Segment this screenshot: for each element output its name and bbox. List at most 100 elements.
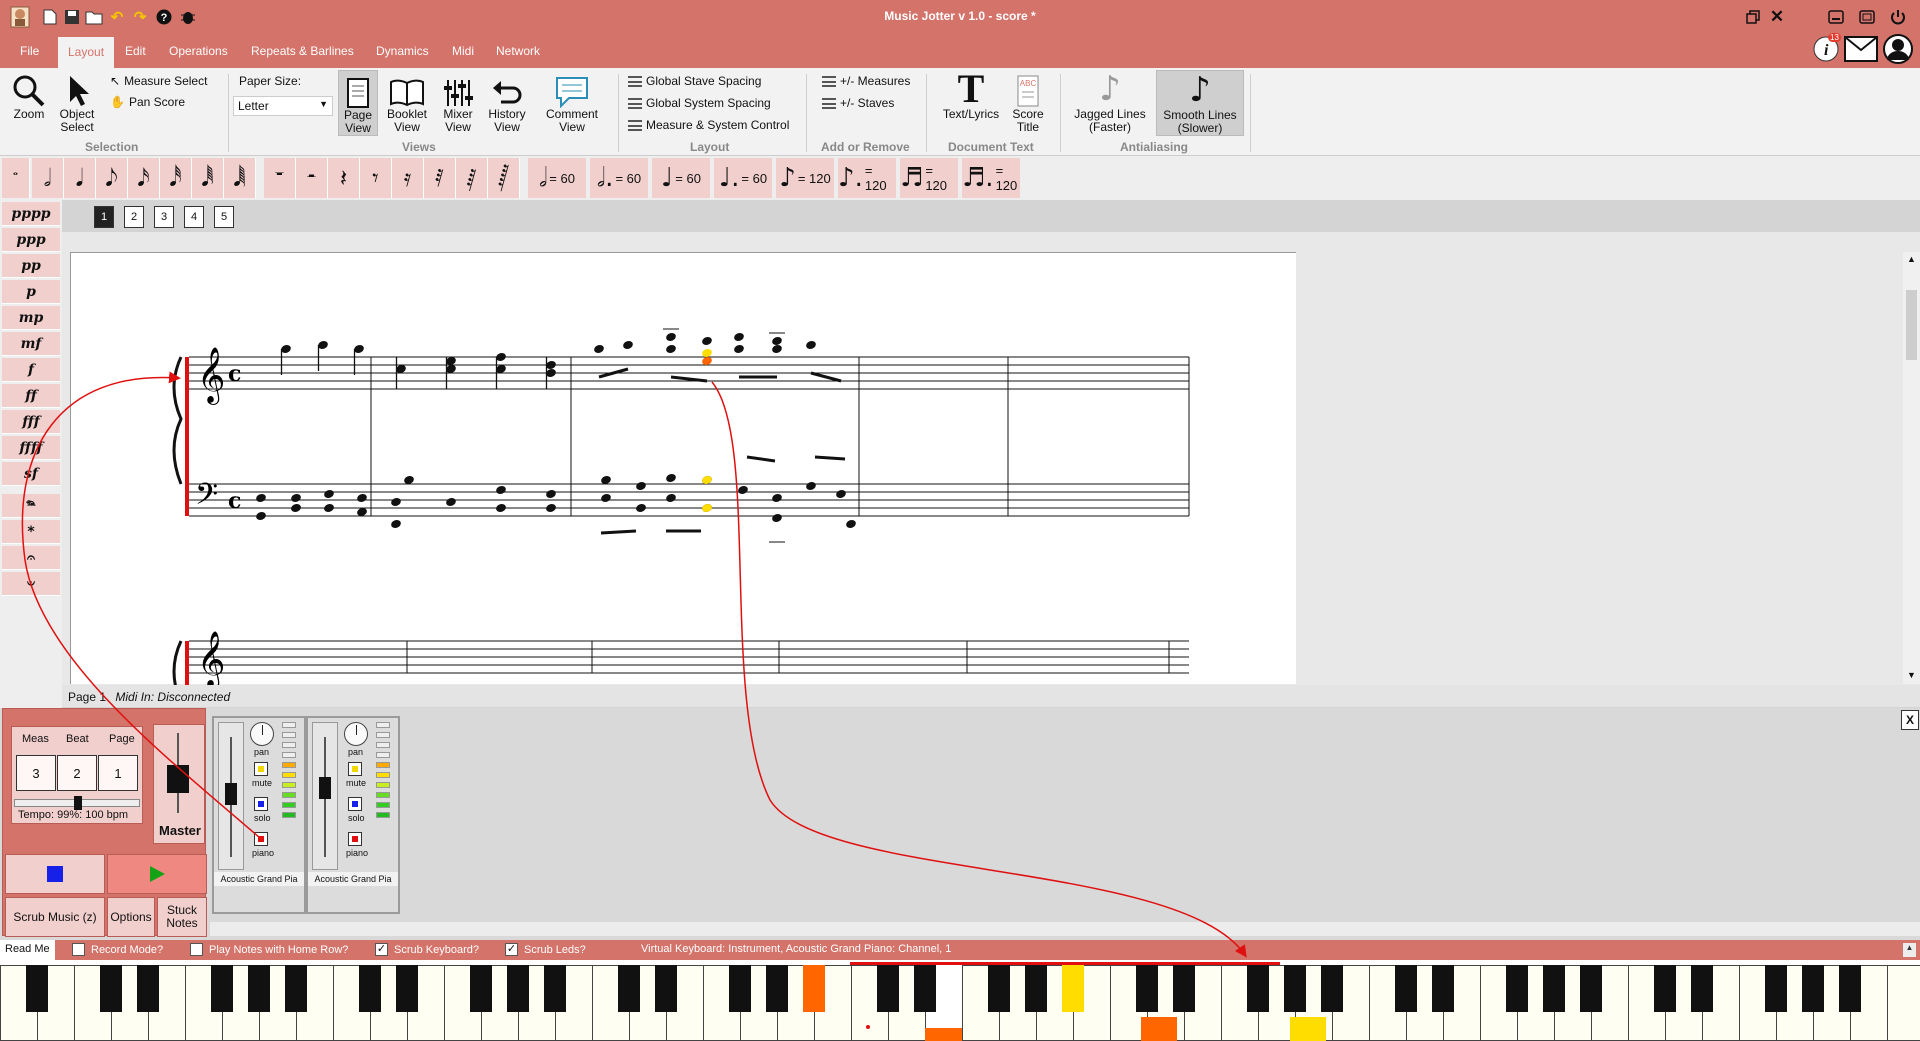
- read-me-button[interactable]: Read Me: [0, 940, 55, 960]
- menu-dynamics[interactable]: Dynamics: [376, 44, 429, 58]
- piano-black-key[interactable]: [1062, 965, 1084, 1012]
- piano-black-key[interactable]: [1432, 965, 1454, 1012]
- tempo-button-3[interactable]: ♩. = 60: [714, 158, 772, 198]
- piano-black-key[interactable]: [26, 965, 48, 1012]
- piano-black-key[interactable]: [988, 965, 1010, 1012]
- scrub-music-button[interactable]: Scrub Music (z): [5, 897, 105, 937]
- vertical-scrollbar[interactable]: ▲ ▼: [1903, 252, 1920, 684]
- channel-fader-knob[interactable]: [319, 777, 331, 799]
- dynamic-sf[interactable]: sf: [2, 462, 60, 486]
- booklet-view-button[interactable]: Booklet View: [383, 70, 431, 134]
- channel-fader[interactable]: [218, 722, 244, 870]
- menu-edit[interactable]: Edit: [125, 44, 146, 58]
- pedal-up-icon[interactable]: *: [2, 520, 60, 544]
- piano-black-key[interactable]: [248, 965, 270, 1012]
- add-remove-staves-button[interactable]: +/- Staves: [822, 96, 894, 110]
- menu-network[interactable]: Network: [496, 44, 540, 58]
- piano-black-key[interactable]: [766, 965, 788, 1012]
- piano-black-key[interactable]: [137, 965, 159, 1012]
- piano-black-key[interactable]: [1395, 965, 1417, 1012]
- power-icon[interactable]: [1887, 6, 1909, 28]
- dynamic-mf[interactable]: mf: [2, 332, 60, 356]
- page-tab-2[interactable]: 2: [124, 206, 144, 228]
- piano-black-key[interactable]: [1247, 965, 1269, 1012]
- tempo-button-6[interactable]: ♬ = 120: [900, 158, 958, 198]
- comment-view-button[interactable]: Comment View: [538, 70, 606, 134]
- thirty-second-rest-icon[interactable]: 𝅀: [424, 158, 456, 198]
- piano-black-key[interactable]: [1136, 965, 1158, 1012]
- tempo-button-4[interactable]: ♪ = 120: [776, 158, 834, 198]
- dynamic-ppp[interactable]: ppp: [2, 228, 60, 252]
- thirty-second-note-icon[interactable]: 𝅘𝅥𝅰: [160, 158, 192, 198]
- piano-black-key[interactable]: [803, 965, 825, 1012]
- pedal-down-icon[interactable]: 𝆮: [2, 494, 60, 518]
- scroll-down-icon[interactable]: ▼: [1907, 670, 1916, 680]
- piano-black-key[interactable]: [396, 965, 418, 1012]
- mail-icon[interactable]: [1844, 35, 1878, 66]
- tempo-button-0[interactable]: 𝅗𝅥 = 60: [528, 158, 586, 198]
- mixer-view-button[interactable]: Mixer View: [437, 70, 479, 134]
- dynamic-fff[interactable]: fff: [2, 410, 60, 434]
- pan-score-button[interactable]: ✋ Pan Score: [110, 95, 185, 109]
- piano-black-key[interactable]: [1284, 965, 1306, 1012]
- master-fader-knob[interactable]: [167, 765, 189, 793]
- play-button[interactable]: [107, 854, 207, 894]
- pan-knob[interactable]: [344, 722, 368, 746]
- dynamic-ff[interactable]: ff: [2, 384, 60, 408]
- virtual-piano-keyboard[interactable]: [0, 960, 1920, 1041]
- fermata-icon[interactable]: 𝄐: [2, 546, 60, 570]
- close-window-icon[interactable]: ✕: [1766, 6, 1788, 28]
- user-avatar-icon[interactable]: [1883, 34, 1913, 67]
- piano-black-key[interactable]: [877, 965, 899, 1012]
- global-stave-spacing-button[interactable]: Global Stave Spacing: [628, 74, 761, 88]
- zoom-button[interactable]: Zoom: [8, 70, 50, 121]
- piano-black-key[interactable]: [544, 965, 566, 1012]
- tempo-slider-knob[interactable]: [74, 796, 82, 810]
- beat-value[interactable]: 2: [57, 755, 97, 791]
- score-notation[interactable]: 𝄞𝄢cc𝄞: [71, 253, 1297, 704]
- whole-note-icon[interactable]: 𝅝: [2, 158, 30, 198]
- meas-value[interactable]: 3: [16, 755, 56, 791]
- piano-black-key[interactable]: [655, 965, 677, 1012]
- piano-black-key[interactable]: [470, 965, 492, 1012]
- checkmark-icon[interactable]: ✓: [505, 943, 518, 956]
- piano-black-key[interactable]: [1839, 965, 1861, 1012]
- piano-black-key[interactable]: [211, 965, 233, 1012]
- solo-toggle[interactable]: [348, 797, 362, 811]
- options-button[interactable]: Options: [107, 897, 155, 937]
- instrument-toggle[interactable]: [348, 832, 362, 846]
- stuck-notes-button[interactable]: Stuck Notes: [157, 897, 207, 937]
- tempo-button-2[interactable]: ♩ = 60: [652, 158, 710, 198]
- half-note-icon[interactable]: 𝅗𝅥: [32, 158, 64, 198]
- tempo-slider[interactable]: [14, 796, 140, 810]
- eighth-rest-icon[interactable]: 𝄾: [360, 158, 392, 198]
- fermata-below-icon[interactable]: 𝄑: [2, 572, 60, 596]
- scroll-up-icon[interactable]: ▲: [1903, 943, 1916, 957]
- global-system-spacing-button[interactable]: Global System Spacing: [628, 96, 771, 110]
- scrub-leds-checkbox[interactable]: ✓ Scrub Leds?: [505, 943, 586, 956]
- tempo-button-5[interactable]: ♪. = 120: [838, 158, 896, 198]
- page-tab-1[interactable]: 1: [94, 206, 114, 228]
- page-view-button[interactable]: Page View: [338, 70, 378, 136]
- mute-toggle[interactable]: [254, 762, 268, 776]
- page-tab-5[interactable]: 5: [214, 206, 234, 228]
- eighth-note-icon[interactable]: 𝅘𝅥𝅮: [96, 158, 128, 198]
- menu-midi[interactable]: Midi: [452, 44, 474, 58]
- piano-black-key[interactable]: [1506, 965, 1528, 1012]
- measure-select-button[interactable]: ↖ Measure Select: [110, 74, 207, 88]
- channel-fader[interactable]: [312, 722, 338, 870]
- checkbox-box[interactable]: [190, 943, 203, 956]
- history-view-button[interactable]: History View: [484, 70, 530, 134]
- 128th-note-icon[interactable]: 𝅘𝅥𝅲: [224, 158, 256, 198]
- quarter-rest-icon[interactable]: 𝄽: [328, 158, 360, 198]
- piano-black-key[interactable]: [729, 965, 751, 1012]
- piano-black-key[interactable]: [1543, 965, 1565, 1012]
- restore-window-icon[interactable]: [1742, 6, 1764, 28]
- channel-fader-knob[interactable]: [225, 783, 237, 805]
- measure-system-control-button[interactable]: Measure & System Control: [628, 118, 789, 132]
- 128th-rest-icon[interactable]: 𝅂: [488, 158, 520, 198]
- jagged-lines-button[interactable]: ♪ Jagged Lines (Faster): [1069, 70, 1151, 134]
- piano-black-key[interactable]: [285, 965, 307, 1012]
- add-remove-measures-button[interactable]: +/- Measures: [822, 74, 910, 88]
- sixteenth-note-icon[interactable]: 𝅘𝅥𝅯: [128, 158, 160, 198]
